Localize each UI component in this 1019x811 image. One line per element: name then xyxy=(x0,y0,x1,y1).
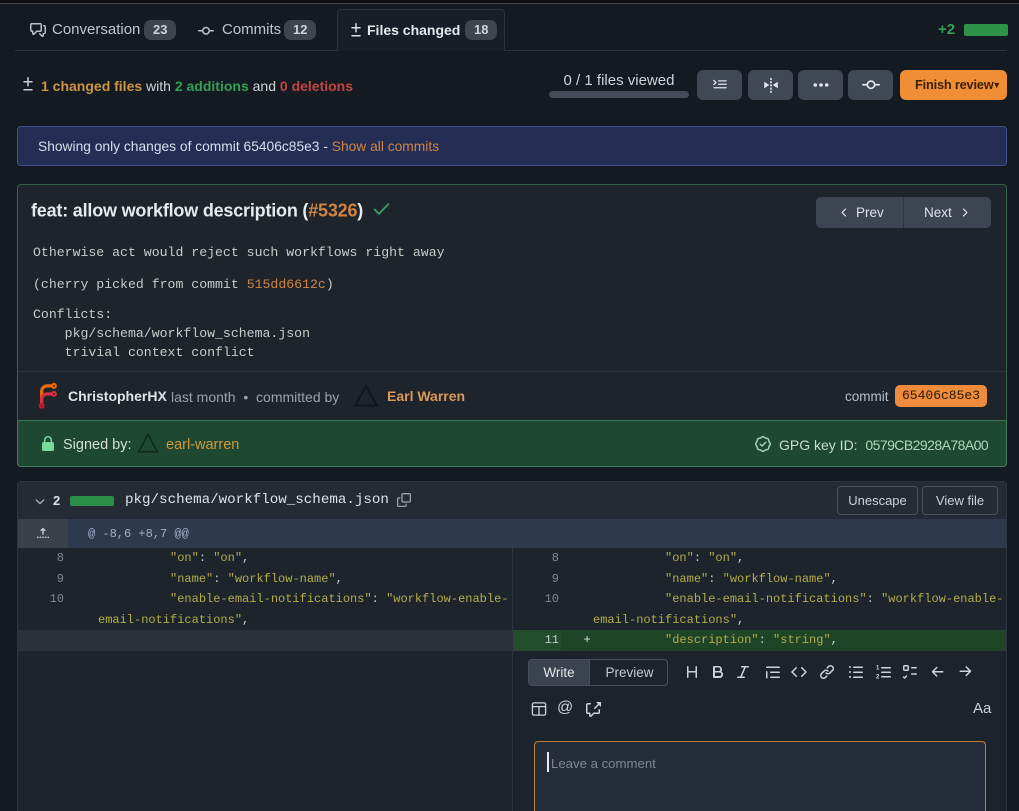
svg-text:1: 1 xyxy=(876,666,880,672)
svg-text:2: 2 xyxy=(876,675,880,681)
